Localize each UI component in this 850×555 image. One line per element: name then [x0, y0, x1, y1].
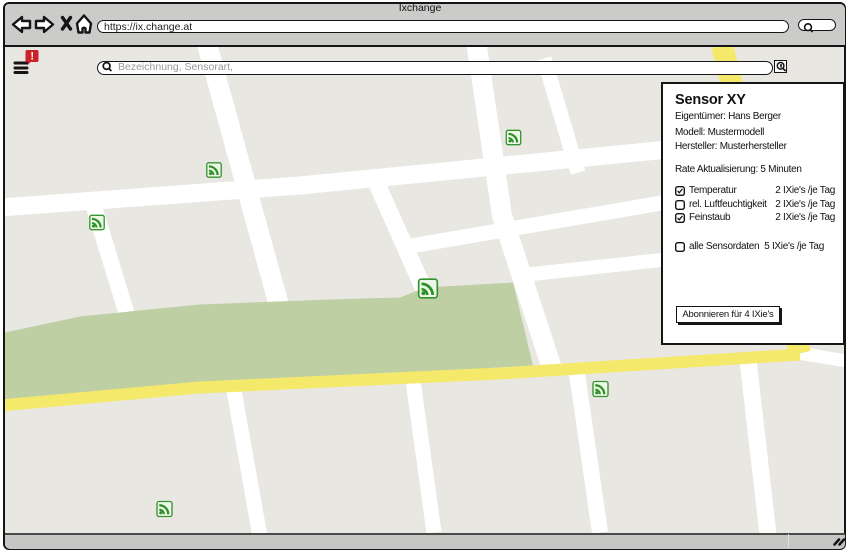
svg-text:!: !	[30, 51, 34, 63]
